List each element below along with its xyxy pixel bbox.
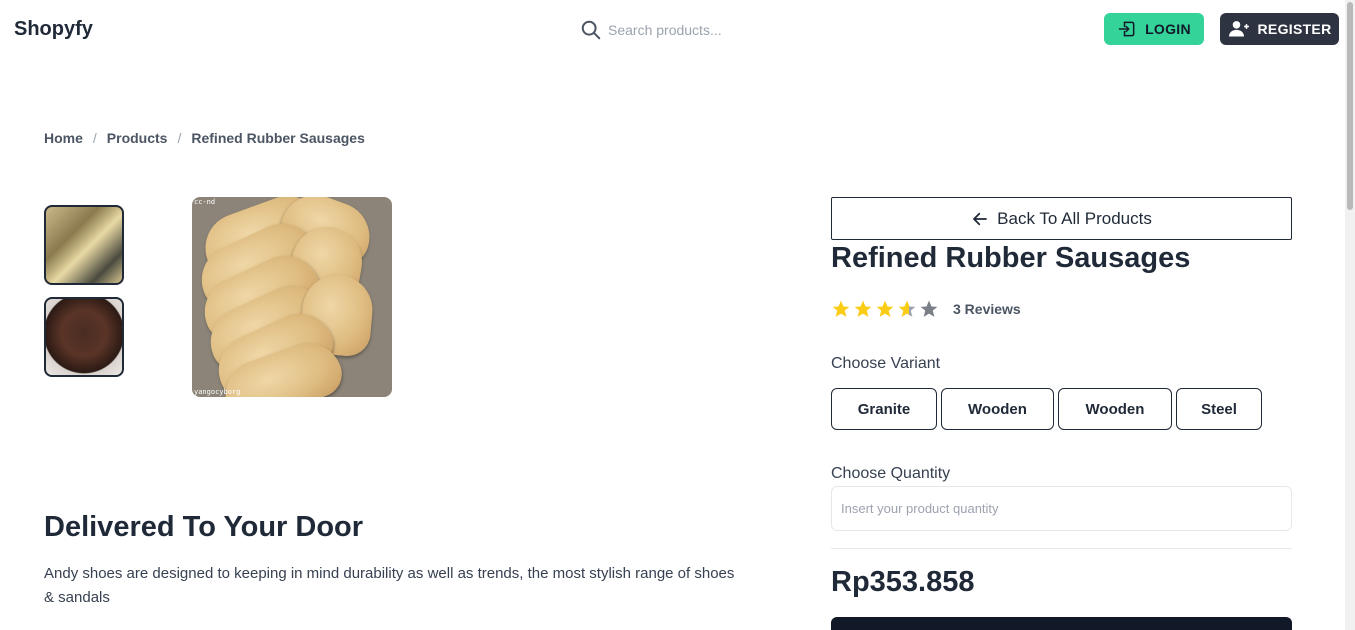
add-to-cart-button[interactable] bbox=[831, 617, 1292, 630]
variant-options: Granite Wooden Wooden Steel bbox=[831, 388, 1266, 430]
product-main-image: cc-nd yangocyborg bbox=[192, 197, 392, 397]
breadcrumb-products[interactable]: Products bbox=[107, 130, 168, 146]
breadcrumb-home[interactable]: Home bbox=[44, 130, 83, 146]
breadcrumb-separator: / bbox=[177, 130, 182, 146]
product-title: Refined Rubber Sausages bbox=[831, 242, 1191, 274]
top-navbar: Shopyfy LOGIN REGISTER bbox=[0, 0, 1345, 60]
product-thumbnail-1[interactable] bbox=[44, 205, 124, 285]
login-label: LOGIN bbox=[1145, 21, 1191, 37]
variant-option-granite[interactable]: Granite bbox=[831, 388, 937, 430]
star-full-icon bbox=[854, 300, 872, 317]
search-bar[interactable] bbox=[580, 16, 800, 44]
search-input[interactable] bbox=[608, 22, 788, 38]
star-empty-icon bbox=[920, 300, 938, 317]
quantity-input[interactable] bbox=[831, 486, 1292, 531]
arrow-left-icon bbox=[973, 212, 988, 225]
breadcrumb-current: Refined Rubber Sausages bbox=[191, 130, 365, 146]
search-icon[interactable] bbox=[580, 19, 602, 41]
star-full-icon bbox=[876, 300, 894, 317]
variant-label: Choose Variant bbox=[831, 355, 941, 372]
breadcrumb-separator: / bbox=[92, 130, 97, 146]
register-label: REGISTER bbox=[1257, 21, 1332, 37]
login-button[interactable]: LOGIN bbox=[1104, 13, 1204, 45]
star-half-icon bbox=[898, 300, 916, 317]
image-watermark-top: cc-nd bbox=[194, 198, 216, 206]
breadcrumb: Home / Products / Refined Rubber Sausage… bbox=[44, 130, 365, 146]
product-price: Rp353.858 bbox=[831, 566, 975, 598]
product-rating: 3 Reviews bbox=[831, 299, 1021, 319]
delivery-description: Andy shoes are designed to keeping in mi… bbox=[44, 565, 735, 606]
scrollbar-thumb[interactable] bbox=[1347, 2, 1353, 210]
back-label: Back To All Products bbox=[997, 208, 1152, 228]
back-to-products-button[interactable]: Back To All Products bbox=[831, 197, 1292, 240]
login-icon bbox=[1118, 21, 1135, 37]
register-button[interactable]: REGISTER bbox=[1220, 13, 1339, 45]
image-watermark-bottom: yangocyborg bbox=[194, 388, 241, 396]
brand-logo[interactable]: Shopyfy bbox=[14, 18, 93, 41]
variant-option-wooden[interactable]: Wooden bbox=[941, 388, 1054, 430]
page-scrollbar[interactable] bbox=[1345, 0, 1355, 630]
reviews-count[interactable]: 3 Reviews bbox=[953, 301, 1021, 317]
add-user-icon bbox=[1228, 21, 1249, 37]
divider bbox=[831, 548, 1292, 549]
quantity-label: Choose Quantity bbox=[831, 465, 951, 482]
variant-option-wooden-2[interactable]: Wooden bbox=[1058, 388, 1172, 430]
delivery-heading: Delivered To Your Door bbox=[44, 511, 364, 543]
star-full-icon bbox=[832, 300, 850, 317]
variant-option-steel[interactable]: Steel bbox=[1176, 388, 1262, 430]
product-thumbnail-2[interactable] bbox=[44, 297, 124, 377]
